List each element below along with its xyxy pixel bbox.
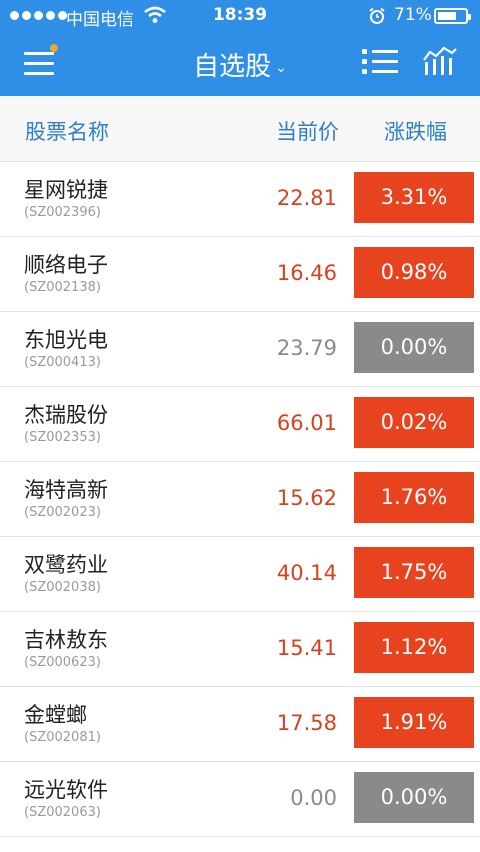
stock-price: 22.81 [276,186,337,210]
stock-name: 吉林敖东 [24,628,108,652]
alarm-icon [368,7,386,30]
change-badge[interactable]: 0.00% [354,322,474,373]
stock-code: (SZ002081) [24,730,101,745]
table-header: 股票名称 当前价 涨跌幅 [0,96,480,162]
stock-row[interactable]: 金螳螂 (SZ002081) 17.58 1.91% [0,687,480,762]
stock-code: (SZ002023) [24,505,101,520]
stock-price: 0.00 [290,786,337,810]
stock-code: (SZ002396) [24,205,101,220]
list-icon[interactable] [362,46,398,76]
change-badge[interactable]: 1.76% [354,472,474,523]
stock-code: (SZ000413) [24,355,101,370]
stock-list: 星网锐捷 (SZ002396) 22.81 3.31% 顺络电子 (SZ002138) 16… [0,162,480,837]
column-header-name[interactable]: 股票名称 [25,116,109,146]
status-bar: 中国电信 18:39 71% [0,0,480,32]
stock-row[interactable]: 海特高新 (SZ002023) 15.62 1.76% [0,462,480,537]
top-bar: 中国电信 18:39 71% 自选股 ⌄ [0,0,480,96]
stock-name: 远光软件 [24,778,108,802]
stock-code: (SZ002353) [24,430,101,445]
stock-price: 15.62 [276,486,337,510]
change-badge[interactable]: 0.00% [354,772,474,823]
stock-name: 顺络电子 [24,253,108,277]
stock-code: (SZ002138) [24,280,101,295]
change-badge[interactable]: 1.91% [354,697,474,748]
navigation-bar: 自选股 ⌄ [0,32,480,96]
column-header-change[interactable]: 涨跌幅 [384,116,447,146]
battery-icon [434,8,471,24]
stock-row[interactable]: 远光软件 (SZ002063) 0.00 0.00% [0,762,480,837]
watchlist-title-dropdown[interactable]: 自选股 ⌄ [0,46,480,83]
stock-name: 海特高新 [24,478,108,502]
change-badge[interactable]: 1.75% [354,547,474,598]
stock-row[interactable]: 双鹭药业 (SZ002038) 40.14 1.75% [0,537,480,612]
stock-price: 40.14 [276,561,337,585]
column-header-price[interactable]: 当前价 [276,116,339,146]
stock-row[interactable]: 吉林敖东 (SZ000623) 15.41 1.12% [0,612,480,687]
stock-name: 杰瑞股份 [24,403,108,427]
stock-price: 23.79 [276,336,337,360]
stock-price: 16.46 [276,261,337,285]
stock-row[interactable]: 顺络电子 (SZ002138) 16.46 0.98% [0,237,480,312]
page-title: 自选股 [193,52,272,82]
stock-code: (SZ000623) [24,655,101,670]
stock-price: 15.41 [276,636,337,660]
chevron-down-icon: ⌄ [275,59,287,76]
stock-row[interactable]: 杰瑞股份 (SZ002353) 66.01 0.02% [0,387,480,462]
stock-code: (SZ002038) [24,580,101,595]
stock-name: 双鹭药业 [24,553,108,577]
change-badge[interactable]: 1.12% [354,622,474,673]
change-badge[interactable]: 0.02% [354,397,474,448]
stock-code: (SZ002063) [24,805,101,820]
stock-name: 东旭光电 [24,328,108,352]
stock-price: 66.01 [276,411,337,435]
stock-price: 17.58 [276,711,337,735]
stock-row[interactable]: 星网锐捷 (SZ002396) 22.81 3.31% [0,162,480,237]
battery-percent: 71% [394,5,432,25]
change-badge[interactable]: 0.98% [354,247,474,298]
stock-name: 星网锐捷 [24,178,108,202]
stock-row[interactable]: 东旭光电 (SZ000413) 23.79 0.00% [0,312,480,387]
stock-name: 金螳螂 [24,703,87,727]
change-badge[interactable]: 3.31% [354,172,474,223]
chart-icon[interactable] [422,44,458,76]
